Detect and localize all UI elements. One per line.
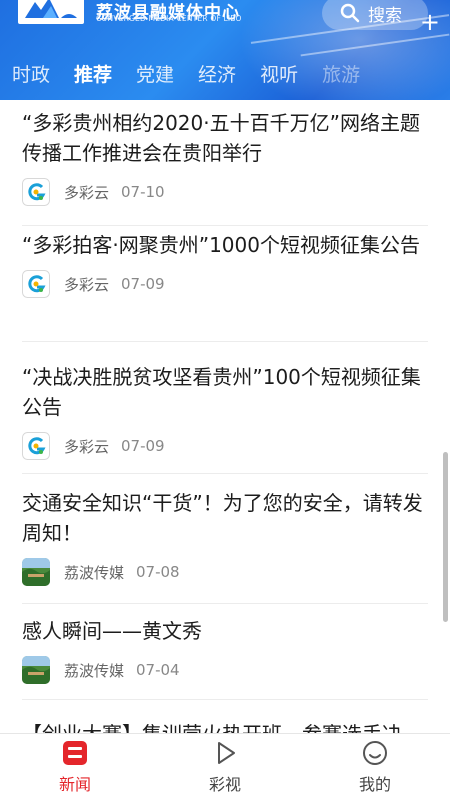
news-title: “多彩拍客·网聚贵州”1000个短视频征集公告 bbox=[22, 233, 420, 257]
tab-jingji[interactable]: 经济 bbox=[186, 60, 248, 87]
news-list[interactable]: “多彩贵州相约2020·五十百千万亿”网络主题传播工作推进会在贵阳举行 多彩云 … bbox=[0, 100, 450, 733]
tab-shiting[interactable]: 视听 bbox=[248, 60, 310, 87]
mountain-logo-icon bbox=[25, 0, 77, 18]
news-title-partial[interactable]: 【创业大赛】集训营火热开班，参赛选手决 bbox=[22, 718, 402, 733]
news-item[interactable]: 交通安全知识“干货”！为了您的安全，请转发周知！ 荔波传媒 07-08 bbox=[22, 488, 428, 604]
brand-subtitle: CONVERGED MEDIA CENTER OF LIBO bbox=[96, 14, 242, 23]
news-item[interactable]: “多彩贵州相约2020·五十百千万亿”网络主题传播工作推进会在贵阳举行 多彩云 … bbox=[22, 108, 428, 226]
news-source: 荔波传媒 bbox=[64, 563, 125, 582]
add-tab-button[interactable]: + bbox=[420, 8, 440, 36]
libo-media-icon bbox=[22, 558, 50, 586]
app-header: 荔波县融媒体中心 CONVERGED MEDIA CENTER OF LIBO … bbox=[0, 0, 450, 100]
duocaiyun-logo-icon bbox=[22, 432, 50, 460]
news-source: 荔波传媒 bbox=[64, 661, 125, 680]
news-title: 感人瞬间——黄文秀 bbox=[22, 619, 202, 643]
news-item[interactable]: “决战决胜脱贫攻坚看贵州”100个短视频征集公告 多彩云 07-09 bbox=[22, 362, 428, 474]
duocaiyun-logo-icon bbox=[22, 270, 50, 298]
tab-lvyou[interactable]: 旅游 bbox=[310, 60, 372, 87]
nav-profile[interactable]: 我的 bbox=[300, 734, 450, 800]
news-meta: 荔波传媒 07-04 bbox=[22, 656, 428, 684]
play-icon bbox=[218, 742, 235, 764]
nav-news[interactable]: 新闻 bbox=[0, 734, 150, 800]
news-date: 07-09 bbox=[121, 275, 165, 293]
search-button[interactable]: 搜索 bbox=[322, 0, 428, 30]
news-date: 07-08 bbox=[136, 563, 180, 581]
nav-caishi[interactable]: 彩视 bbox=[150, 734, 300, 800]
news-icon bbox=[63, 741, 87, 765]
category-tabs: 时政 推荐 党建 经济 视听 旅游 bbox=[0, 52, 450, 94]
news-item[interactable]: “多彩拍客·网聚贵州”1000个短视频征集公告 多彩云 07-09 bbox=[22, 230, 428, 342]
news-meta: 多彩云 07-09 bbox=[22, 432, 428, 460]
news-source: 多彩云 bbox=[64, 183, 110, 202]
nav-caishi-label: 彩视 bbox=[208, 775, 241, 794]
tab-shizheng[interactable]: 时政 bbox=[0, 60, 62, 87]
news-meta: 多彩云 07-10 bbox=[22, 178, 428, 206]
news-title: “决战决胜脱贫攻坚看贵州”100个短视频征集公告 bbox=[22, 365, 421, 419]
news-title: 交通安全知识“干货”！为了您的安全，请转发周知！ bbox=[22, 491, 423, 545]
libo-media-icon bbox=[22, 656, 50, 684]
scrollbar-thumb[interactable] bbox=[443, 452, 448, 622]
news-source: 多彩云 bbox=[64, 275, 110, 294]
search-label: 搜索 bbox=[368, 5, 402, 26]
nav-news-label: 新闻 bbox=[58, 775, 91, 794]
duocaiyun-logo-icon bbox=[22, 178, 50, 206]
tab-dangjian[interactable]: 党建 bbox=[124, 60, 186, 87]
tab-tuijian[interactable]: 推荐 bbox=[62, 60, 124, 87]
news-date: 07-09 bbox=[121, 437, 165, 455]
news-item[interactable]: 感人瞬间——黄文秀 荔波传媒 07-04 bbox=[22, 616, 428, 700]
bottom-nav: 新闻 彩视 我的 bbox=[0, 733, 450, 800]
search-icon bbox=[340, 3, 360, 23]
nav-profile-label: 我的 bbox=[358, 775, 391, 794]
news-meta: 多彩云 07-09 bbox=[22, 270, 428, 298]
news-title: “多彩贵州相约2020·五十百千万亿”网络主题传播工作推进会在贵阳举行 bbox=[22, 111, 420, 165]
app-logo bbox=[18, 0, 84, 24]
news-date: 07-04 bbox=[136, 661, 180, 679]
news-meta: 荔波传媒 07-08 bbox=[22, 558, 428, 586]
profile-smile-icon bbox=[363, 741, 387, 765]
news-date: 07-10 bbox=[121, 183, 165, 201]
news-source: 多彩云 bbox=[64, 437, 110, 456]
